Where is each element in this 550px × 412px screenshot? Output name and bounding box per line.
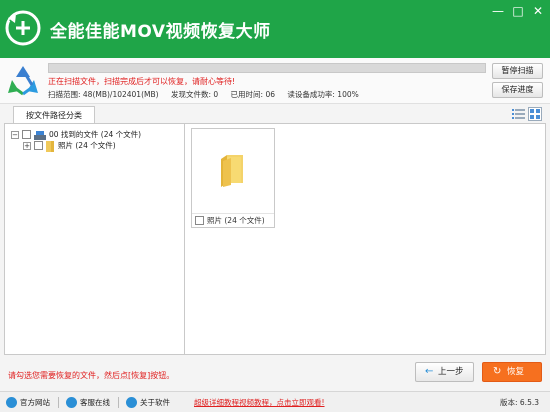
maximize-button[interactable]: □: [510, 4, 526, 18]
grid-item-checkbox[interactable]: [195, 216, 204, 225]
recover-hint: 请勾选您需要恢复的文件，然后点[恢复]按钮。: [8, 371, 175, 380]
file-grid: 照片 (24 个文件): [191, 128, 543, 352]
status-bar: 官方网站 客服在线 关于软件 超级详细教程视频教程，点击立即观看! 版本: 6.…: [0, 391, 550, 412]
scan-stats: 扫描范围: 48(MB)/102401(MB) 发现文件数: 0 已用时间: 0…: [48, 89, 369, 100]
arrow-left-icon: ←: [425, 366, 434, 377]
grid-item[interactable]: 照片 (24 个文件): [191, 128, 275, 228]
recycle-icon: [8, 66, 38, 96]
previous-step-button[interactable]: ← 上一步: [415, 362, 474, 382]
globe-icon: [6, 397, 17, 408]
pause-scan-button[interactable]: 暂停扫描: [492, 63, 543, 79]
scan-panel: 正在扫描文件，扫描完成后才可以恢复，请耐心等待! 扫描范围: 48(MB)/10…: [0, 58, 550, 104]
version-label: 版本: 6.5.3: [500, 398, 539, 407]
scan-range: 扫描范围: 48(MB)/102401(MB): [48, 90, 159, 99]
close-button[interactable]: ✕: [530, 4, 546, 18]
tree-expand-icon[interactable]: +: [23, 142, 31, 150]
scan-success-rate: 读设备成功率: 100%: [287, 90, 359, 99]
chat-icon: [66, 397, 77, 408]
tutorial-video-link[interactable]: 超级详细教程视频教程，点击立即观看!: [194, 396, 325, 409]
tree-child-checkbox[interactable]: [34, 141, 43, 150]
recover-icon: ↻: [493, 366, 502, 377]
scan-elapsed-time: 已用时间: 06: [230, 90, 275, 99]
folder-icon: [221, 155, 243, 187]
grid-item-footer: 照片 (24 个文件): [192, 213, 274, 227]
scan-progress-fill: [49, 64, 485, 72]
minimize-button[interactable]: —: [490, 4, 506, 18]
scan-progress-bar: [48, 63, 486, 73]
app-logo-icon: [5, 10, 41, 46]
scan-status-message: 正在扫描文件，扫描完成后才可以恢复，请耐心等待!: [48, 77, 236, 86]
list-view-icon[interactable]: [512, 108, 525, 120]
title-bar: 全能佳能MOV视频恢复大师 — □ ✕: [0, 0, 550, 58]
main-content: − 00 找到的文件 (24 个文件) + 照片 (24 个文件) 照片 (24…: [4, 123, 546, 355]
info-icon: [126, 397, 137, 408]
tree-collapse-icon[interactable]: −: [11, 131, 19, 139]
grid-view-icon[interactable]: [528, 107, 542, 121]
grid-item-label: 照片 (24 个文件): [207, 216, 265, 225]
drive-icon: [34, 131, 46, 140]
folder-icon: [46, 141, 54, 152]
tab-row: 按文件路径分类: [0, 104, 550, 125]
tree-child-label: 照片 (24 个文件): [58, 141, 116, 150]
folder-tree: − 00 找到的文件 (24 个文件) + 照片 (24 个文件): [5, 124, 185, 354]
scan-found-count: 发现文件数: 0: [170, 90, 219, 99]
tree-root-checkbox[interactable]: [22, 130, 31, 139]
recover-label: 恢复: [507, 367, 525, 377]
status-divider: [118, 397, 119, 408]
app-title: 全能佳能MOV视频恢复大师: [50, 22, 271, 42]
recover-button[interactable]: ↻ 恢复: [482, 362, 542, 382]
tree-child-row[interactable]: + 照片 (24 个文件): [23, 140, 181, 152]
status-divider: [58, 397, 59, 408]
previous-step-label: 上一步: [438, 367, 464, 377]
save-progress-button[interactable]: 保存进度: [492, 82, 543, 98]
